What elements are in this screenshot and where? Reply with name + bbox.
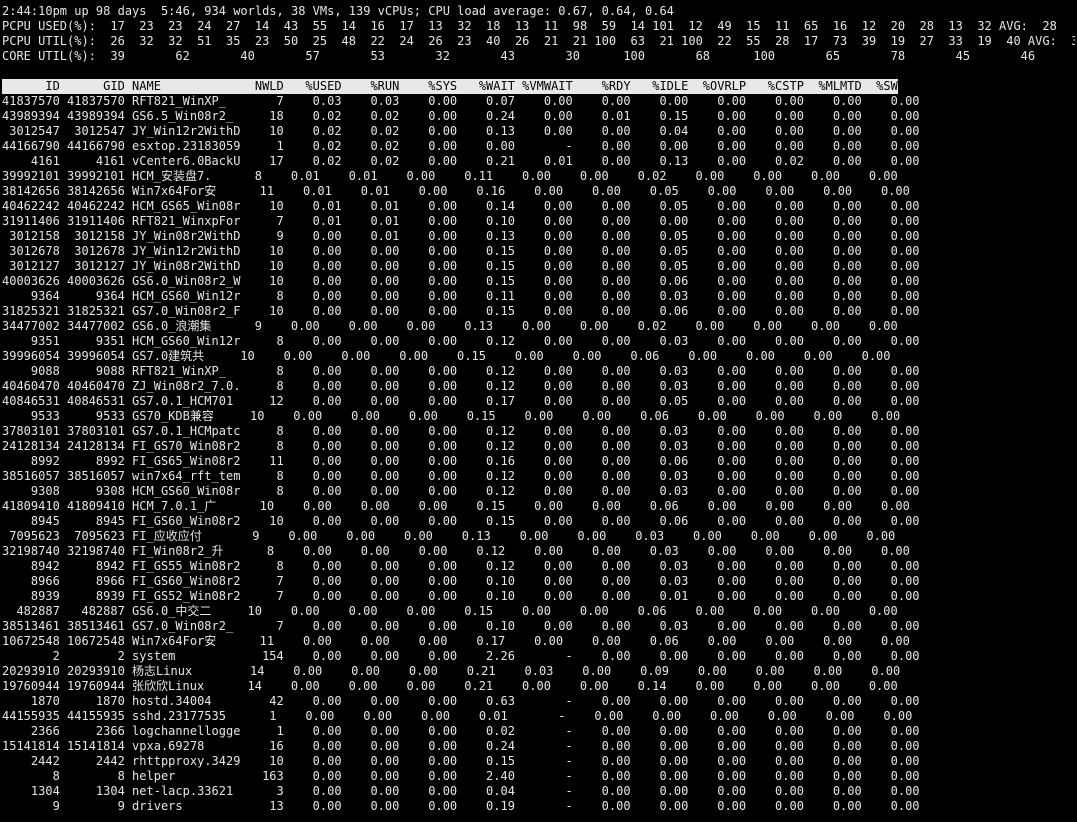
table-row: 31825321 31825321 GS7.0_Win08r2_F 10 0.0…: [2, 304, 920, 318]
table-row: 37803101 37803101 GS7.0.1_HCMpatc 8 0.00…: [2, 424, 920, 438]
table-row: 43989394 43989394 GS6.5_Win08r2_ 18 0.02…: [2, 109, 920, 123]
table-row: 24128134 24128134 FI_GS70_Win08r2 8 0.00…: [2, 439, 920, 453]
table-row: 20293910 20293910 杨志Linux 14 0.00 0.00 0…: [2, 664, 901, 678]
table-row: 38516057 38516057 win7x64_rft_tem 8 0.00…: [2, 469, 920, 483]
table-row: 1870 1870 hostd.34004 42 0.00 0.00 0.00 …: [2, 694, 920, 708]
table-row: 34477002 34477002 GS6.0_浪潮集 9 0.00 0.00 …: [2, 319, 898, 333]
table-row: 8 8 helper 163 0.00 0.00 0.00 2.40 - 0.0…: [2, 769, 920, 783]
table-row: 2 2 system 154 0.00 0.00 0.00 2.26 - 0.0…: [2, 649, 920, 663]
table-header: ID GID NAME NWLD %USED %RUN %SYS %WAIT %…: [2, 79, 898, 94]
table-row: 9364 9364 HCM_GS60_Win12r 8 0.00 0.00 0.…: [2, 289, 920, 303]
pcpu-used-line: PCPU USED(%): 17 23 23 24 27 14 43 55 14…: [2, 19, 1057, 33]
terminal-output[interactable]: 2:44:10pm up 98 days 5:46, 934 worlds, 3…: [2, 4, 1075, 820]
table-row: 38513461 38513461 GS7.0_Win08r2_ 7 0.00 …: [2, 619, 920, 633]
table-row: 2366 2366 logchannellogge 1 0.00 0.00 0.…: [2, 724, 920, 738]
table-row: 8992 8992 FI_GS65_Win08r2 11 0.00 0.00 0…: [2, 454, 920, 468]
pcpu-util-line: PCPU UTIL(%): 26 32 32 51 35 23 50 25 48…: [2, 34, 1075, 48]
table-row: 8942 8942 FI_GS55_Win08r2 8 0.00 0.00 0.…: [2, 559, 920, 573]
table-row: 9088 9088 RFT821_WinXP_ 8 0.00 0.00 0.00…: [2, 364, 920, 378]
table-row: 3012127 3012127 JY_Win08r2WithD 10 0.00 …: [2, 259, 920, 273]
core-util-line: CORE UTIL(%): 39 62 40 57 53 32 43 30 10…: [2, 49, 1075, 63]
table-row: 8966 8966 FI_GS60_Win08r2 7 0.00 0.00 0.…: [2, 574, 920, 588]
table-row: 32198740 32198740 FI_Win08r2_升 8 0.00 0.…: [2, 544, 910, 558]
table-row: 40003626 40003626 GS6.0_Win08r2_W 10 0.0…: [2, 274, 920, 288]
table-row: 40460470 40460470 ZJ_Win08r2_7.0. 8 0.00…: [2, 379, 920, 393]
table-row: 482887 482887 GS6.0_中交二 10 0.00 0.00 0.0…: [2, 604, 898, 618]
table-row: 9 9 drivers 13 0.00 0.00 0.00 0.19 - 0.0…: [2, 799, 920, 813]
table-row: 40462242 40462242 HCM_GS65_Win08r 10 0.0…: [2, 199, 920, 213]
table-row: 8939 8939 FI_GS52_Win08r2 7 0.00 0.00 0.…: [2, 589, 920, 603]
table-row: 1304 1304 net-lacp.33621 3 0.00 0.00 0.0…: [2, 784, 920, 798]
uptime-line: 2:44:10pm up 98 days 5:46, 934 worlds, 3…: [2, 4, 674, 18]
table-row: 40846531 40846531 GS7.0.1_HCM701 12 0.00…: [2, 394, 920, 408]
table-row: 44155935 44155935 sshd.23177535 1 0.00 0…: [2, 709, 913, 723]
table-row: 9533 9533 GS70_KDB兼容 10 0.00 0.00 0.00 0…: [2, 409, 901, 423]
table-row: 8945 8945 FI_GS60_Win08r2 10 0.00 0.00 0…: [2, 514, 920, 528]
table-row: 39992101 39992101 HCM_安装盘7. 8 0.01 0.01 …: [2, 169, 898, 183]
table-row: 3012547 3012547 JY_Win12r2WithD 10 0.02 …: [2, 124, 920, 138]
table-row: 39996054 39996054 GS7.0建筑共 10 0.00 0.00 …: [2, 349, 891, 363]
table-row: 31911406 31911406 RFT821_WinxpFor 7 0.01…: [2, 214, 920, 228]
process-table: 41837570 41837570 RFT821_WinXP_ 7 0.03 0…: [2, 94, 1075, 814]
table-row: 4161 4161 vCenter6.0BackU 17 0.02 0.02 0…: [2, 154, 920, 168]
table-row: 15141814 15141814 vpxa.69278 16 0.00 0.0…: [2, 739, 920, 753]
table-row: 41837570 41837570 RFT821_WinXP_ 7 0.03 0…: [2, 94, 920, 108]
table-row: 3012678 3012678 JY_Win12r2WithD 10 0.00 …: [2, 244, 920, 258]
table-row: 2442 2442 rhttpproxy.3429 10 0.00 0.00 0…: [2, 754, 920, 768]
table-row: 38142656 38142656 Win7x64For安 11 0.01 0.…: [2, 184, 910, 198]
table-row: 9351 9351 HCM_GS60_Win12r 8 0.00 0.00 0.…: [2, 334, 920, 348]
table-row: 7095623 7095623 FI_应收应付 9 0.00 0.00 0.00…: [2, 529, 896, 543]
table-row: 44166790 44166790 esxtop.23183059 1 0.02…: [2, 139, 920, 153]
esxtop-terminal[interactable]: { "summary": { "uptime_line": "2:44:10pm…: [0, 0, 1077, 822]
table-row: 10672548 10672548 Win7x64For安 11 0.00 0.…: [2, 634, 910, 648]
table-row: 9308 9308 HCM_GS60_Win08r 8 0.00 0.00 0.…: [2, 484, 920, 498]
table-row: 19760944 19760944 张欣欣Linux 14 0.00 0.00 …: [2, 679, 898, 693]
table-row: 3012158 3012158 JY_Win08r2WithD 9 0.00 0…: [2, 229, 920, 243]
table-row: 41809410 41809410 HCM_7.0.1_广 10 0.00 0.…: [2, 499, 910, 513]
prompt-line: [2, 64, 1075, 79]
